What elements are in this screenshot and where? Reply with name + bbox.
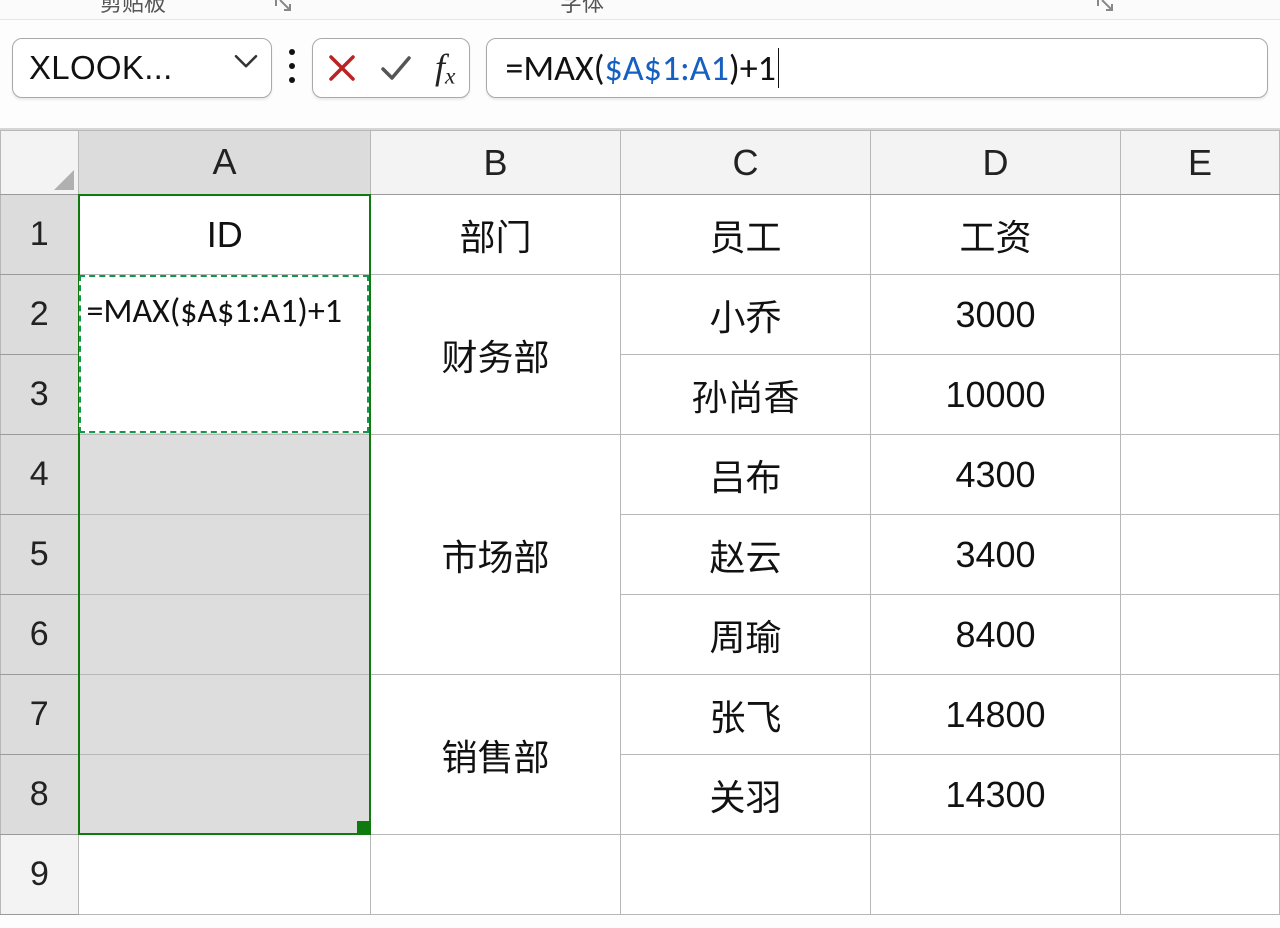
cell-A3[interactable] (79, 355, 371, 435)
cell-D5[interactable]: 3400 (871, 515, 1121, 595)
ribbon-text-right: 字体 (560, 0, 604, 18)
cell-C9[interactable] (621, 835, 871, 915)
fx-icon[interactable]: fx (435, 46, 455, 91)
fx-controls: fx (312, 38, 470, 98)
enter-icon[interactable] (379, 53, 413, 83)
cell-B4[interactable]: 市场部 (371, 435, 621, 675)
text-caret (778, 48, 780, 88)
cell-E2[interactable] (1121, 275, 1280, 355)
cell-E9[interactable] (1121, 835, 1280, 915)
name-box-value: XLOOK... (29, 49, 173, 87)
col-header-E[interactable]: E (1121, 131, 1280, 195)
cell-A6[interactable] (79, 595, 371, 675)
col-header-A[interactable]: A (79, 131, 371, 195)
col-header-B[interactable]: B (371, 131, 621, 195)
cell-D9[interactable] (871, 835, 1121, 915)
row-header-1[interactable]: 1 (1, 195, 79, 275)
cell-E5[interactable] (1121, 515, 1280, 595)
cell-A4[interactable] (79, 435, 371, 515)
name-box[interactable]: XLOOK... (12, 38, 272, 98)
row-header-7[interactable]: 7 (1, 675, 79, 755)
cell-A9[interactable] (79, 835, 371, 915)
cell-D3[interactable]: 10000 (871, 355, 1121, 435)
cancel-icon[interactable] (327, 53, 357, 83)
formula-text-suffix: )+1 (729, 46, 776, 90)
cell-E8[interactable] (1121, 755, 1280, 835)
col-header-C[interactable]: C (621, 131, 871, 195)
row-header-6[interactable]: 6 (1, 595, 79, 675)
row-header-8[interactable]: 8 (1, 755, 79, 835)
cell-A7[interactable] (79, 675, 371, 755)
row-header-3[interactable]: 3 (1, 355, 79, 435)
cell-E4[interactable] (1121, 435, 1280, 515)
cell-C5[interactable]: 赵云 (621, 515, 871, 595)
row-header-2[interactable]: 2 (1, 275, 79, 355)
row-header-4[interactable]: 4 (1, 435, 79, 515)
cell-D7[interactable]: 14800 (871, 675, 1121, 755)
cell-B9[interactable] (371, 835, 621, 915)
chevron-down-icon[interactable] (233, 45, 259, 83)
cell-A1[interactable]: ID (79, 195, 371, 275)
cell-A5[interactable] (79, 515, 371, 595)
cell-C4[interactable]: 吕布 (621, 435, 871, 515)
formula-input[interactable]: =MAX($A$1:A1)+1 (486, 38, 1268, 98)
spreadsheet-grid[interactable]: A B C D E 1 ID 部门 员工 工资 2 财务部 小乔 3000 3 … (0, 130, 1280, 915)
cell-D4[interactable]: 4300 (871, 435, 1121, 515)
cell-C1[interactable]: 员工 (621, 195, 871, 275)
cell-C8[interactable]: 关羽 (621, 755, 871, 835)
ribbon-text-left: 剪贴板 (100, 0, 166, 18)
cell-D8[interactable]: 14300 (871, 755, 1121, 835)
ribbon-launcher-2[interactable] (1096, 0, 1114, 12)
cell-A2[interactable] (79, 275, 371, 355)
formula-bar: XLOOK... fx =MAX($A$1:A1)+1 (0, 20, 1280, 130)
formula-text-ref: $A$1:A1 (605, 46, 729, 90)
cell-B1[interactable]: 部门 (371, 195, 621, 275)
cell-A8[interactable] (79, 755, 371, 835)
cell-C2[interactable]: 小乔 (621, 275, 871, 355)
select-all-corner[interactable] (1, 131, 79, 195)
cell-E7[interactable] (1121, 675, 1280, 755)
formula-text-prefix: =MAX( (505, 46, 604, 90)
cell-C3[interactable]: 孙尚香 (621, 355, 871, 435)
cell-D1[interactable]: 工资 (871, 195, 1121, 275)
cell-D2[interactable]: 3000 (871, 275, 1121, 355)
cell-C7[interactable]: 张飞 (621, 675, 871, 755)
cell-E3[interactable] (1121, 355, 1280, 435)
cell-E6[interactable] (1121, 595, 1280, 675)
row-header-5[interactable]: 5 (1, 515, 79, 595)
separator-dots (272, 46, 312, 91)
row-header-9[interactable]: 9 (1, 835, 79, 915)
ribbon-edge: 剪贴板 字体 (0, 0, 1280, 20)
col-header-D[interactable]: D (871, 131, 1121, 195)
cell-D6[interactable]: 8400 (871, 595, 1121, 675)
cell-B7[interactable]: 销售部 (371, 675, 621, 835)
cell-C6[interactable]: 周瑜 (621, 595, 871, 675)
ribbon-launcher-1[interactable] (274, 0, 292, 12)
cell-E1[interactable] (1121, 195, 1280, 275)
cell-B2[interactable]: 财务部 (371, 275, 621, 435)
